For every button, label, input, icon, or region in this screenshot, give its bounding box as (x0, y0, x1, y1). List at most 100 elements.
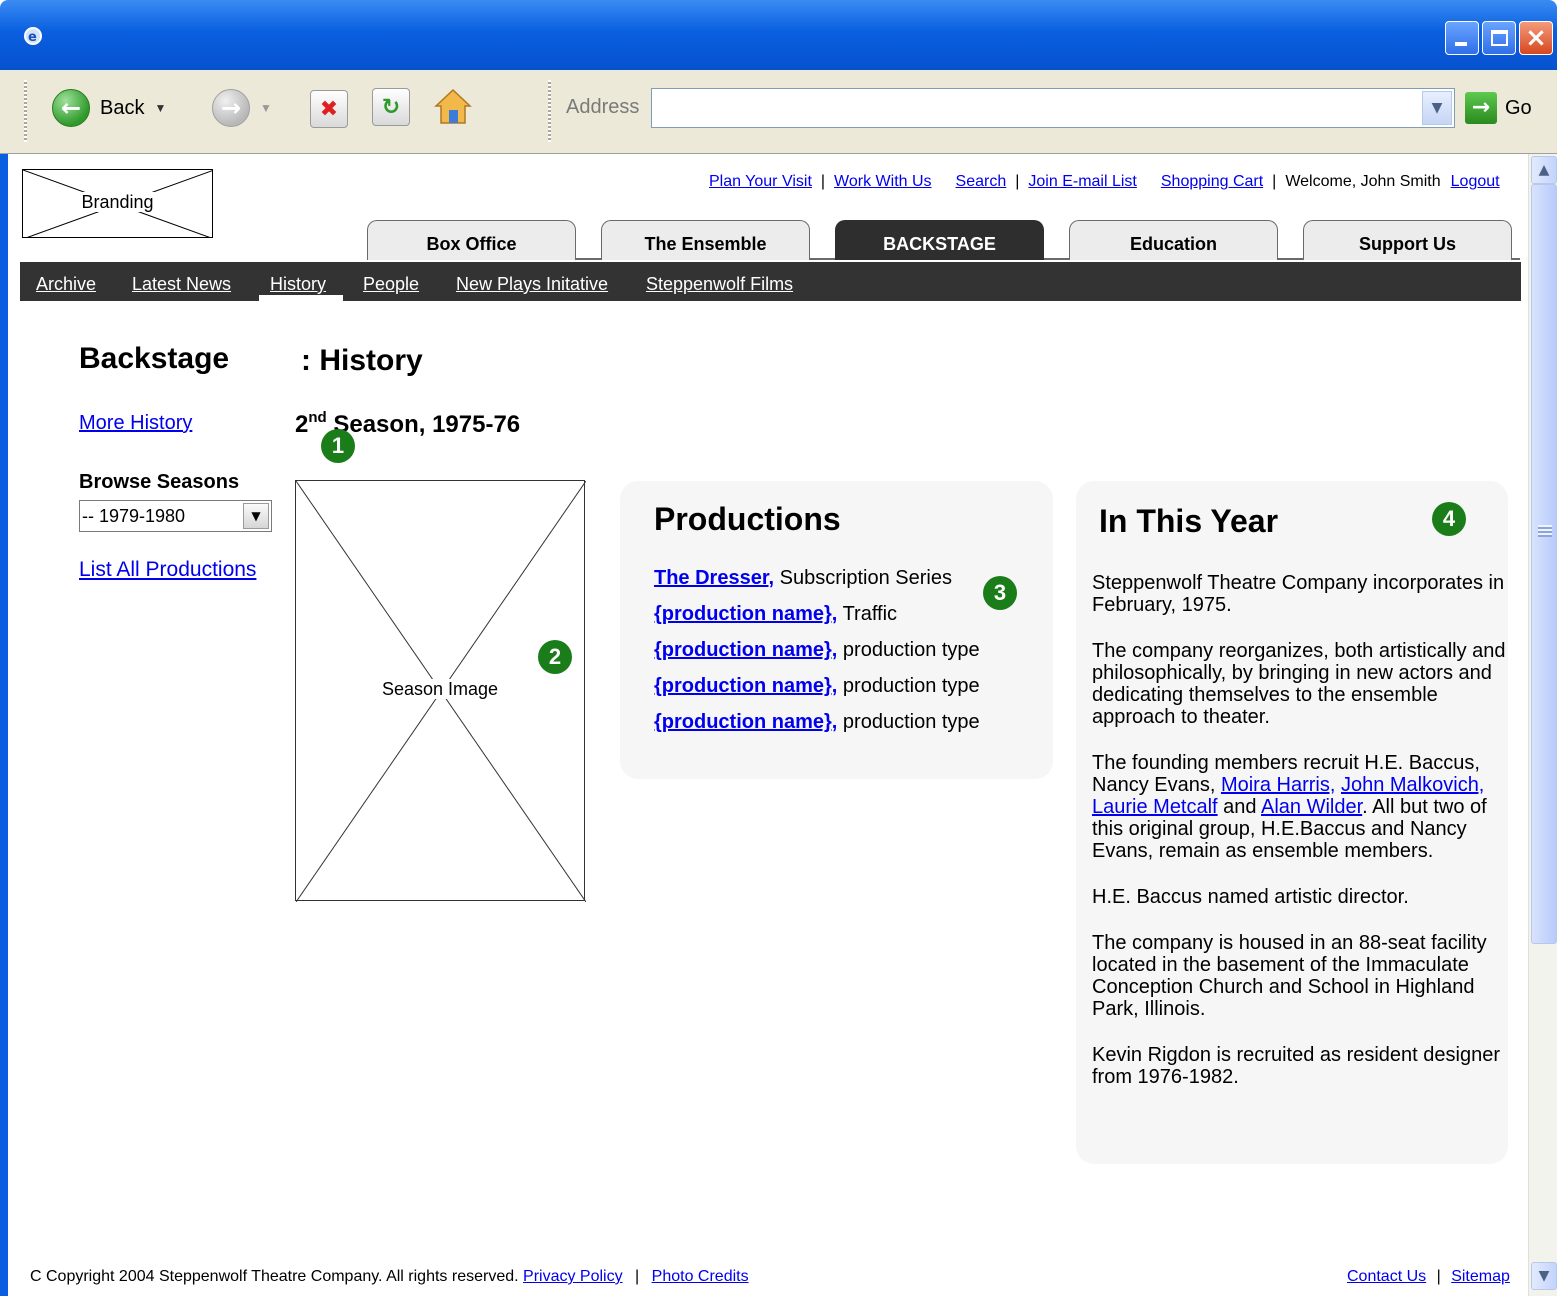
in-this-year-title: In This Year (1099, 503, 1279, 539)
subnav-history[interactable]: History (270, 274, 326, 295)
alan-wilder-link[interactable]: Alan Wilder (1261, 796, 1362, 818)
tab-the-ensemble[interactable]: The Ensemble (601, 220, 810, 260)
refresh-button[interactable]: ↻ (372, 88, 410, 126)
search-link[interactable]: Search (956, 173, 1007, 191)
production-link[interactable]: {production name}, (654, 603, 837, 625)
sitemap-link[interactable]: Sitemap (1451, 1268, 1510, 1285)
window-frame (0, 154, 8, 1296)
tab-education[interactable]: Education (1069, 220, 1278, 260)
tab-backstage[interactable]: BACKSTAGE (835, 220, 1044, 260)
season-select[interactable]: -- 1979-1980 ▼ (79, 500, 272, 532)
go-button[interactable]: → Go (1465, 92, 1532, 124)
toolbar-grip[interactable] (24, 80, 27, 142)
subnav-latest-news[interactable]: Latest News (132, 274, 231, 295)
footer: C Copyright 2004 Steppenwolf Theatre Com… (30, 1268, 749, 1286)
list-all-productions-link[interactable]: List All Productions (79, 558, 256, 582)
main-tabs: Box Office The Ensemble BACKSTAGE Educat… (0, 218, 1520, 260)
separator: | (1272, 173, 1277, 190)
close-window-button[interactable]: × (1519, 21, 1553, 55)
address-dropdown-icon[interactable]: ▼ (1422, 91, 1452, 125)
scrollbar-thumb[interactable] (1531, 184, 1557, 944)
production-item: {production name}, production type (654, 639, 980, 675)
production-item: {production name}, Traffic (654, 603, 980, 639)
production-type: production type (842, 711, 980, 733)
stop-button[interactable]: ✖ (310, 90, 348, 128)
ie-logo-icon: e (22, 24, 44, 46)
season-image-placeholder: Season Image (295, 480, 586, 902)
minimize-button[interactable] (1445, 21, 1479, 55)
scrollbar-grip (1538, 525, 1552, 537)
footer-links: Contact Us | Sitemap (1347, 1268, 1510, 1286)
home-button[interactable] (432, 86, 474, 128)
toolbar-grip[interactable] (548, 80, 551, 142)
scroll-down-icon[interactable]: ▼ (1531, 1262, 1557, 1290)
welcome-text: Welcome, John Smith (1285, 173, 1441, 190)
production-item: {production name}, production type (654, 711, 980, 747)
annotation-marker-4: 4 (1432, 502, 1466, 536)
more-history-link[interactable]: More History (79, 412, 192, 435)
sub-navigation: Archive Latest News History People New P… (20, 262, 1521, 301)
john-malkovich-link[interactable]: John Malkovich, (1341, 774, 1484, 796)
join-email-link[interactable]: Join E-mail List (1028, 173, 1136, 191)
back-arrow-icon: ← (52, 89, 90, 127)
subnav-archive[interactable]: Archive (36, 274, 96, 295)
year-paragraph: Kevin Rigdon is recruited as resident de… (1092, 1044, 1500, 1088)
season-rest: Season, 1975-76 (326, 411, 521, 438)
logout-link[interactable]: Logout (1451, 173, 1500, 191)
year-paragraph: The founding members recruit H.E. Baccus… (1092, 752, 1512, 862)
year-paragraph: The company is housed in an 88-seat faci… (1092, 932, 1487, 1020)
production-type: Traffic (842, 603, 898, 625)
branding-label: Branding (79, 192, 156, 212)
subnav-steppenwolf-films[interactable]: Steppenwolf Films (646, 274, 793, 295)
back-dropdown-icon[interactable]: ▼ (154, 101, 166, 115)
season-number: 2 (295, 411, 309, 438)
production-link[interactable]: {production name}, (654, 711, 837, 733)
separator: | (1015, 173, 1020, 190)
separator: | (1436, 1268, 1441, 1285)
forward-dropdown-icon[interactable]: ▼ (260, 101, 272, 115)
work-with-us-link[interactable]: Work With Us (834, 173, 931, 191)
shopping-cart-link[interactable]: Shopping Cart (1161, 173, 1263, 191)
production-link[interactable]: The Dresser, (654, 567, 774, 589)
annotation-marker-2: 2 (538, 640, 572, 674)
production-type: production type (842, 639, 980, 661)
subnav-new-plays-initative[interactable]: New Plays Initative (456, 274, 608, 295)
vertical-scrollbar[interactable]: ▲ ▼ (1528, 154, 1557, 1296)
tab-support-us[interactable]: Support Us (1303, 220, 1512, 260)
svg-text:e: e (28, 30, 37, 45)
separator: | (820, 173, 826, 190)
laurie-metcalf-link[interactable]: Laurie Metcalf (1092, 796, 1218, 818)
moira-harris-link[interactable]: Moira Harris, (1221, 774, 1335, 796)
year-paragraph: Steppenwolf Theatre Company incorporates… (1092, 572, 1505, 616)
tab-box-office[interactable]: Box Office (367, 220, 576, 260)
photo-credits-link[interactable]: Photo Credits (652, 1268, 749, 1285)
year-paragraph: H.E. Baccus named artistic director. (1092, 886, 1409, 908)
privacy-policy-link[interactable]: Privacy Policy (523, 1268, 623, 1285)
production-link[interactable]: {production name}, (654, 675, 837, 697)
production-link[interactable]: {production name}, (654, 639, 837, 661)
go-arrow-icon: → (1465, 92, 1497, 124)
active-subnav-indicator (259, 295, 343, 301)
production-type: production type (842, 675, 980, 697)
forward-button[interactable]: → ▼ (212, 89, 272, 127)
browse-seasons-label: Browse Seasons (79, 471, 240, 493)
contact-us-link[interactable]: Contact Us (1347, 1268, 1426, 1285)
select-arrow-icon[interactable]: ▼ (243, 503, 269, 529)
year-text-fragment: and (1217, 796, 1262, 818)
stop-icon: ✖ (310, 90, 348, 128)
production-type: Subscription Series (779, 567, 952, 589)
utility-nav: Plan Your Visit | Work With Us Search | … (709, 173, 1500, 191)
in-this-year-panel: In This Year Steppenwolf Theatre Company… (1076, 481, 1508, 1164)
address-bar[interactable]: ▼ (651, 88, 1455, 128)
refresh-icon: ↻ (372, 88, 410, 126)
productions-panel: Productions The Dresser, Subscription Se… (620, 481, 1053, 779)
back-button[interactable]: ← Back ▼ (52, 89, 166, 127)
scroll-up-icon[interactable]: ▲ (1531, 156, 1557, 184)
annotation-marker-3: 3 (983, 576, 1017, 610)
forward-arrow-icon: → (212, 89, 250, 127)
plan-visit-link[interactable]: Plan Your Visit (709, 173, 812, 191)
copyright-text: C Copyright 2004 Steppenwolf Theatre Com… (30, 1268, 519, 1285)
maximize-button[interactable] (1482, 21, 1516, 55)
subnav-people[interactable]: People (363, 274, 419, 295)
production-item: {production name}, production type (654, 675, 980, 711)
